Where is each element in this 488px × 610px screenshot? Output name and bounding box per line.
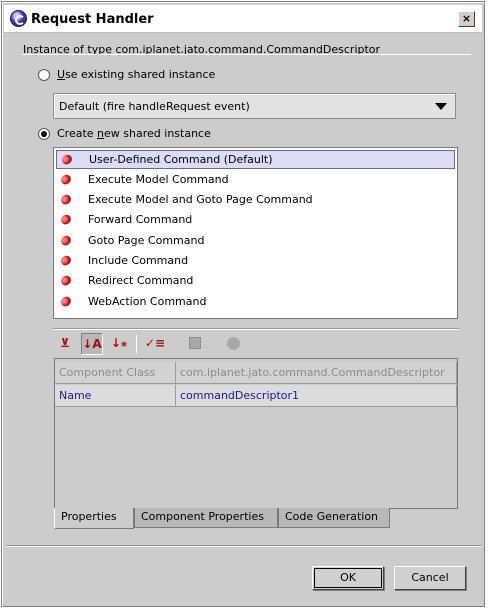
- command-type-list[interactable]: User-Defined Command (Default) Execute M…: [53, 147, 458, 319]
- bean-icon: [60, 153, 74, 166]
- property-value-input[interactable]: commandDescriptor1: [176, 385, 457, 407]
- list-item-label: Execute Model and Goto Page Command: [88, 193, 313, 206]
- list-item[interactable]: User-Defined Command (Default): [56, 150, 455, 169]
- ok-button[interactable]: OK: [312, 566, 384, 590]
- property-name: Component Class: [55, 362, 176, 384]
- sort-by-name-icon[interactable]: ↓A: [81, 333, 103, 355]
- list-item[interactable]: Execute Model and Goto Page Command: [56, 190, 455, 209]
- close-button[interactable]: ×: [458, 11, 475, 27]
- existing-instance-combo[interactable]: Default (fire handleRequest event): [53, 93, 456, 119]
- create-new-radio[interactable]: [38, 127, 50, 140]
- customizer-icon: [184, 333, 206, 355]
- show-editable-icon[interactable]: ✓≡: [144, 333, 166, 355]
- bean-icon: [59, 193, 73, 206]
- property-tabs: Properties Component Properties Code Gen…: [54, 508, 394, 529]
- table-row: Component Class com.iplanet.jato.command…: [55, 362, 457, 384]
- tab-properties[interactable]: Properties: [54, 508, 134, 529]
- unsorted-icon[interactable]: ⊻: [54, 333, 76, 355]
- cancel-button[interactable]: Cancel: [394, 566, 466, 590]
- bean-icon: [59, 213, 73, 226]
- list-item-label: Redirect Command: [88, 274, 194, 287]
- use-existing-radio[interactable]: [38, 68, 50, 81]
- use-existing-label: Use existing shared instance: [57, 68, 216, 81]
- list-item-label: User-Defined Command (Default): [89, 153, 273, 166]
- chevron-down-icon[interactable]: [435, 103, 447, 110]
- bean-icon: [59, 234, 73, 247]
- property-name: Name: [55, 385, 176, 407]
- property-sheet: Component Class com.iplanet.jato.command…: [54, 358, 458, 509]
- use-existing-radio-row[interactable]: Use existing shared instance: [38, 68, 215, 81]
- property-sheet-toolbar: ⊻ ↓A ↓⁎ ✓≡: [54, 333, 254, 355]
- tab-code-generation[interactable]: Code Generation: [278, 508, 390, 528]
- help-icon: [222, 333, 244, 355]
- request-handler-dialog: Request Handler × Instance of type com.i…: [1, 1, 485, 607]
- existing-instance-value: Default (fire handleRequest event): [59, 100, 250, 113]
- list-item-label: Execute Model Command: [88, 173, 229, 186]
- list-item[interactable]: WebAction Command: [56, 292, 455, 311]
- bean-icon: [59, 254, 73, 267]
- list-item-label: Include Command: [88, 254, 189, 267]
- list-item[interactable]: Include Command: [56, 251, 455, 270]
- list-item[interactable]: Forward Command: [56, 210, 455, 229]
- footer-divider: [6, 545, 482, 547]
- section-divider: [53, 328, 459, 330]
- list-item-label: Forward Command: [88, 213, 193, 226]
- toolbar-separator: [136, 335, 137, 353]
- list-item[interactable]: Redirect Command: [56, 271, 455, 290]
- tab-component-properties[interactable]: Component Properties: [134, 508, 278, 528]
- bean-icon: [59, 295, 73, 308]
- sort-by-type-icon[interactable]: ↓⁎: [108, 333, 130, 355]
- list-item-label: WebAction Command: [88, 295, 207, 308]
- create-new-label: Create new shared instance: [57, 127, 211, 140]
- app-icon: [10, 10, 27, 27]
- bean-icon: [59, 274, 73, 287]
- create-new-radio-row[interactable]: Create new shared instance: [38, 127, 211, 140]
- list-item-label: Goto Page Command: [88, 234, 205, 247]
- title-bar: Request Handler ×: [4, 5, 482, 33]
- property-value: com.iplanet.jato.command.CommandDescript…: [176, 362, 457, 384]
- list-item[interactable]: Execute Model Command: [56, 170, 455, 189]
- list-item[interactable]: Goto Page Command: [56, 231, 455, 250]
- bean-icon: [59, 173, 73, 186]
- table-row[interactable]: Name commandDescriptor1: [55, 385, 457, 407]
- window-title: Request Handler: [31, 12, 154, 27]
